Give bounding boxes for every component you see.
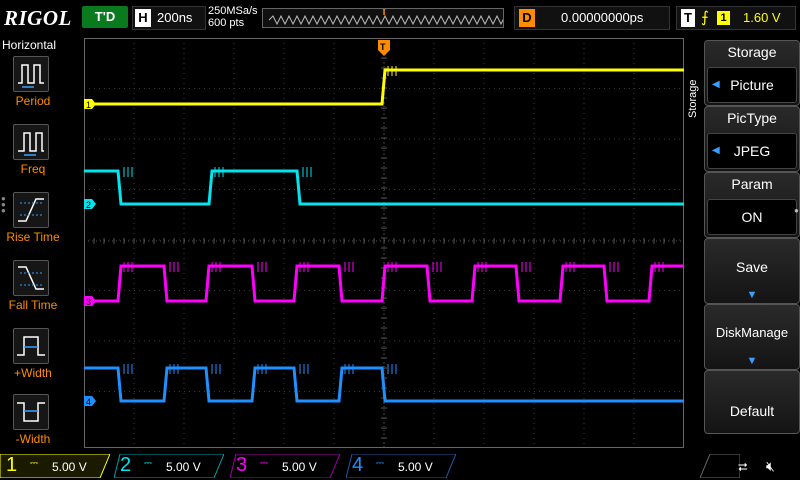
- neg-width-icon: [13, 394, 49, 430]
- save-button[interactable]: Save ▼: [704, 238, 800, 304]
- storage-title: Storage: [727, 44, 777, 60]
- channel-1-number: 1: [6, 454, 18, 476]
- memory-depth: 600 pts: [208, 17, 245, 29]
- channel-2-number: 2: [120, 454, 132, 476]
- measure-rise-time-button[interactable]: Rise Time: [3, 192, 60, 256]
- memory-navigator[interactable]: T: [262, 8, 504, 28]
- save-label: Save: [736, 259, 768, 275]
- measure-pos-width-button[interactable]: +Width: [3, 328, 57, 392]
- storage-value-box: ◀ Picture: [707, 67, 797, 103]
- menu-side-label: Storage: [687, 79, 699, 118]
- timebase-value: 200ns: [157, 10, 193, 25]
- channel-4-tab[interactable]: 4 ⎓ 5.00 V: [346, 454, 456, 478]
- param-value-box: ON: [707, 199, 797, 235]
- period-icon: [13, 56, 49, 92]
- trigger-level: 1.60 V: [743, 10, 781, 25]
- panel-title: Horizontal: [2, 38, 57, 52]
- timebase-box[interactable]: H 200ns: [132, 6, 206, 30]
- waveform-graticule: 1 2 3 4 T: [83, 37, 685, 449]
- channel-1-scale: 5.00 V: [52, 460, 87, 474]
- measure-pos-width-label: +Width: [14, 366, 52, 380]
- run-state-badge[interactable]: T'D: [82, 6, 128, 28]
- rising-edge-icon: ⨍: [701, 9, 709, 26]
- sample-rate: 250MSa/s: [208, 5, 258, 17]
- down-arrow-icon: ▼: [746, 355, 758, 367]
- left-arrow-icon: ◀: [712, 145, 720, 156]
- channel-3-scale: 5.00 V: [282, 460, 317, 474]
- dc-coupling-icon: ⎓: [144, 458, 152, 469]
- disk-manage-label: DiskManage: [715, 325, 789, 340]
- measure-neg-width-label: -Width: [15, 432, 51, 446]
- param-button[interactable]: Param ON: [704, 172, 800, 238]
- channel-status-bar: 1 ⎓ 5.00 V 2 ⎓ 5.00 V 3 ⎓ 5.00 V 4 ⎓ 5.0…: [0, 452, 800, 480]
- channel-3-marker-label: 3: [86, 297, 91, 307]
- measure-freq-label: Freq: [20, 162, 46, 176]
- down-arrow-icon: ▼: [746, 289, 758, 301]
- channel-4-number: 4: [352, 454, 364, 476]
- trigger-source: 1: [717, 11, 730, 25]
- left-arrow-icon: ◀: [712, 79, 720, 90]
- horizontal-measure-panel: Horizontal Period Freq ● ● ● Rise Time Fal…: [0, 38, 60, 450]
- channel-1-tab[interactable]: 1 ⎓ 5.00 V: [0, 454, 110, 478]
- fall-time-icon: [13, 260, 49, 296]
- disk-manage-button[interactable]: DiskManage ▼: [704, 304, 800, 370]
- measure-freq-button[interactable]: Freq: [3, 124, 57, 188]
- dc-coupling-icon: ⎓: [376, 458, 384, 469]
- measure-neg-width-button[interactable]: -Width: [3, 394, 57, 458]
- freq-icon: [13, 124, 49, 160]
- top-status-bar: RIGOL T'D H 200ns 250MSa/s 600 pts T D 0…: [0, 0, 800, 36]
- measure-period-label: Period: [15, 94, 51, 108]
- channel-1-marker-label: 1: [86, 100, 91, 110]
- waveform-display[interactable]: 1 2 3 4 T: [83, 37, 685, 449]
- channel-2-scale: 5.00 V: [166, 460, 201, 474]
- rise-time-icon: [13, 192, 49, 228]
- menu-page-dot: ●: [794, 206, 799, 215]
- usb-icon: ⮂: [738, 460, 748, 474]
- default-button[interactable]: Default: [704, 370, 800, 434]
- channel-2-tab[interactable]: 2 ⎓ 5.00 V: [114, 454, 224, 478]
- channel-4-marker-label: 4: [86, 397, 91, 407]
- pictype-value: JPEG: [733, 143, 771, 159]
- channel-3-tab[interactable]: 3 ⎓ 5.00 V: [230, 454, 340, 478]
- pos-width-icon: [13, 328, 49, 364]
- param-value: ON: [741, 209, 763, 225]
- dc-coupling-icon: ⎓: [260, 458, 268, 469]
- measure-period-button[interactable]: Period: [3, 56, 57, 120]
- pictype-title: PicType: [727, 110, 777, 126]
- default-label: Default: [729, 403, 775, 419]
- channel-4-scale: 5.00 V: [398, 460, 433, 474]
- delay-box[interactable]: D 0.00000000ps: [514, 6, 670, 30]
- brand-logo: RIGOL: [4, 6, 72, 30]
- speaker-muted-icon: 🔇︎: [766, 458, 775, 474]
- dc-coupling-icon: ⎓: [30, 458, 38, 469]
- delay-tag: D: [519, 9, 535, 27]
- channel-2-marker-label: 2: [86, 200, 91, 210]
- measure-rise-time-label: Rise Time: [6, 230, 60, 244]
- pictype-value-box: ◀ JPEG: [707, 133, 797, 169]
- channel-3-number: 3: [236, 454, 248, 476]
- storage-menu: Storage Storage ◀ Picture PicType ◀ JPEG…: [687, 38, 800, 450]
- menu-indicator-icon: [700, 454, 740, 478]
- trigger-tag: T: [681, 9, 695, 27]
- trigger-marker-label: T: [380, 42, 386, 52]
- param-title: Param: [731, 176, 773, 192]
- sample-info: 250MSa/s 600 pts: [208, 5, 258, 29]
- storage-type-button[interactable]: Storage ◀ Picture: [704, 40, 800, 106]
- storage-value: Picture: [730, 77, 774, 93]
- trigger-position-marker-icon: T: [381, 8, 388, 18]
- horizontal-tag: H: [135, 9, 151, 27]
- measure-fall-time-label: Fall Time: [8, 298, 58, 312]
- delay-value: 0.00000000ps: [561, 10, 644, 25]
- trigger-box[interactable]: T ⨍ 1 1.60 V: [676, 6, 796, 30]
- measure-fall-time-button[interactable]: Fall Time: [3, 260, 57, 324]
- pictype-button[interactable]: PicType ◀ JPEG: [704, 106, 800, 172]
